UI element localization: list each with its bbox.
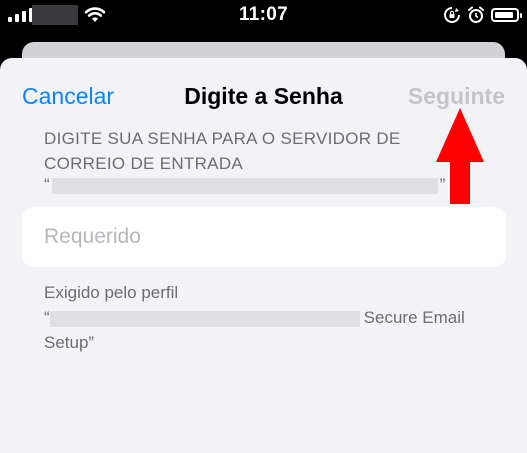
profile-note-line2: “Secure Email: [44, 305, 494, 330]
screen-lock-rotation-icon: [444, 7, 460, 23]
server-open-quote: “: [44, 175, 50, 194]
server-name-redacted: [51, 177, 438, 194]
password-card: [22, 207, 506, 267]
next-button[interactable]: Seguinte: [408, 83, 505, 110]
status-right-icons: [443, 6, 522, 24]
password-prompt-header: DIGITE SUA SENHA PARA O SERVIDOR DE CORR…: [44, 129, 401, 173]
battery-icon: [491, 8, 522, 22]
server-name-line: “”: [44, 175, 445, 200]
profile-name-redacted: [49, 310, 360, 327]
status-bar: 11:07: [0, 0, 527, 34]
profile-name-suffix: Secure Email: [363, 308, 465, 327]
password-input[interactable]: [44, 207, 494, 267]
alarm-icon: [468, 6, 484, 23]
profile-note: Exigido pelo perfil “Secure Email Setup”: [44, 280, 494, 355]
profile-note-line1: Exigido pelo perfil: [44, 283, 179, 302]
red-arrow-annotation: [436, 108, 484, 204]
profile-note-line3: Setup”: [44, 333, 95, 352]
